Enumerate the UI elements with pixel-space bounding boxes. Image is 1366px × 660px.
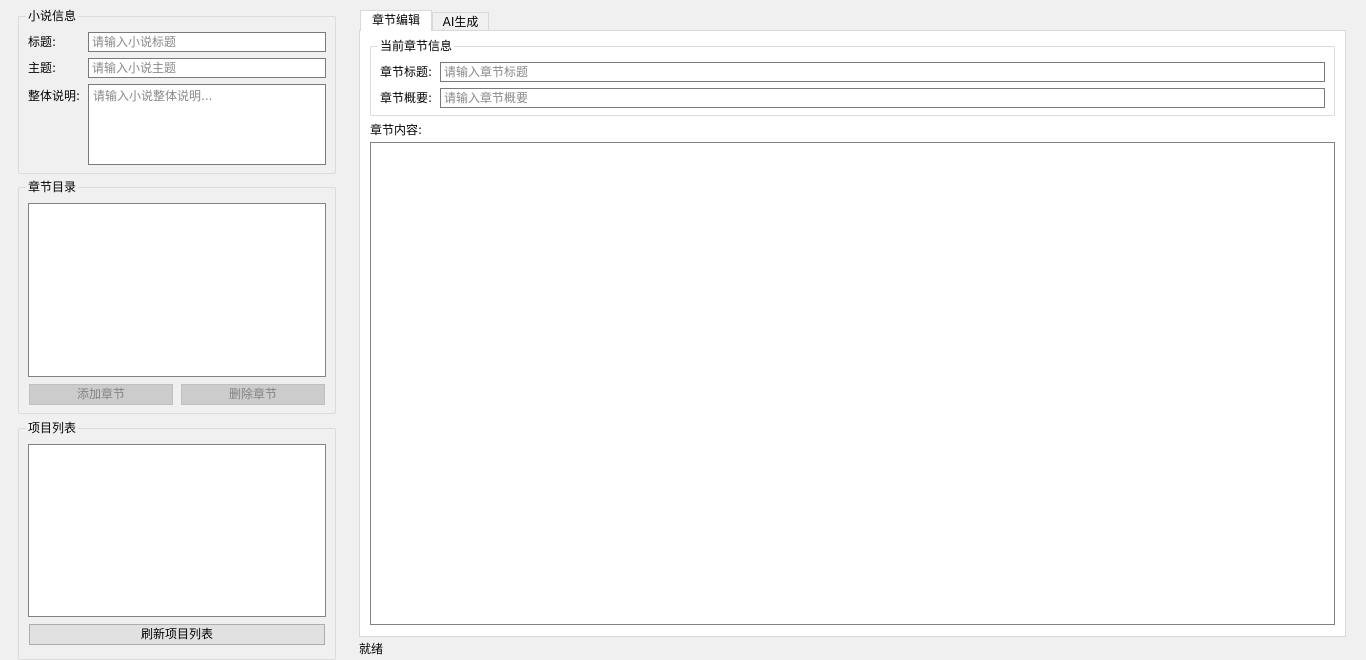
novel-description-textarea[interactable]: [88, 84, 326, 165]
add-chapter-button[interactable]: 添加章节: [29, 384, 173, 405]
chapter-content-textarea[interactable]: [370, 142, 1335, 625]
novel-title-input[interactable]: [88, 32, 326, 52]
chapter-content-label: 章节内容:: [370, 123, 423, 137]
chapter-title-label: 章节标题:: [380, 65, 433, 79]
project-list-group-title: 项目列表: [26, 421, 79, 435]
status-bar-text: 就绪: [359, 642, 384, 656]
chapter-summary-input[interactable]: [440, 88, 1325, 108]
description-label: 整体说明:: [28, 89, 81, 103]
chapter-summary-label: 章节概要:: [380, 91, 433, 105]
tab-chapter-edit[interactable]: 章节编辑: [360, 10, 432, 31]
theme-label: 主题:: [28, 61, 57, 75]
title-label: 标题:: [28, 35, 57, 49]
tab-ai-generate[interactable]: AI生成: [432, 12, 489, 30]
chapter-info-group-title: 当前章节信息: [378, 39, 455, 53]
project-list[interactable]: [28, 444, 326, 617]
novel-info-group-title: 小说信息: [26, 9, 79, 23]
chapter-title-input[interactable]: [440, 62, 1325, 82]
novel-theme-input[interactable]: [88, 58, 326, 78]
delete-chapter-button[interactable]: 删除章节: [181, 384, 325, 405]
refresh-project-list-button[interactable]: 刷新项目列表: [29, 624, 325, 645]
chapter-catalog-group-title: 章节目录: [26, 180, 79, 194]
chapter-list[interactable]: [28, 203, 326, 377]
